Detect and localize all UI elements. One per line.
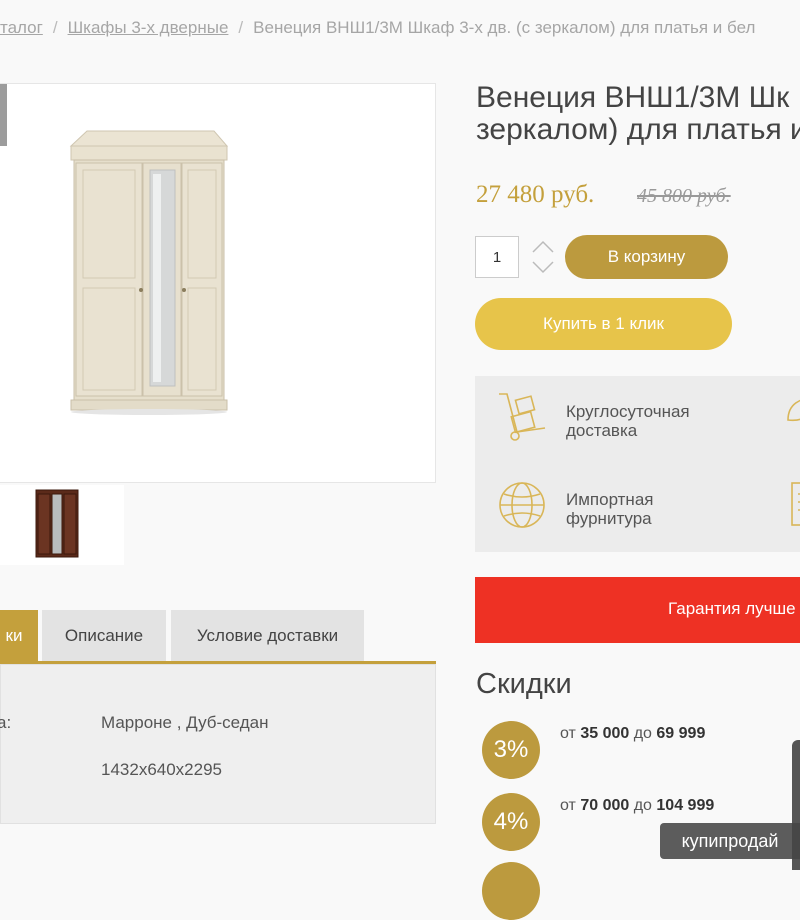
- quantity-input[interactable]: [475, 236, 519, 278]
- buy-one-click-button[interactable]: Купить в 1 клик: [475, 298, 732, 350]
- discounts-title: Скидки: [476, 668, 572, 700]
- discount-from-value: 70 000: [580, 797, 630, 814]
- discount-percent-badge: 3%: [482, 721, 540, 779]
- product-price: 27 480 руб.: [476, 181, 595, 208]
- discount-percent-badge-partial: [482, 862, 540, 920]
- buy-one-click-label: Купить в 1 клик: [543, 314, 664, 333]
- product-thumbnail[interactable]: [0, 485, 124, 565]
- product-title: Венеция ВНШ1/3М Шк зеркалом) для платья и: [476, 82, 800, 146]
- property-dimensions-value: 1432x640x2295: [101, 760, 223, 779]
- discount-to-value: 104 999: [656, 797, 715, 814]
- feature-delivery: Круглосуточная доставка: [566, 402, 690, 440]
- wardrobe-image: [69, 130, 229, 415]
- product-title-line1: Венеция ВНШ1/3М Шк: [476, 81, 790, 114]
- property-label: а:: [0, 713, 12, 732]
- feature-delivery-line2: доставка: [566, 421, 638, 440]
- breadcrumb: талог / Шкафы 3-х дверные / Венеция ВНШ1/3М …: [0, 18, 755, 38]
- document-icon: [791, 482, 800, 526]
- quantity-increase-icon[interactable]: [531, 238, 555, 256]
- breadcrumb-separator: /: [52, 18, 58, 37]
- breadcrumb-link-category[interactable]: Шкафы 3-х дверные: [68, 18, 229, 37]
- feature-hardware: Импортная фурнитура: [566, 490, 653, 528]
- wardrobe-thumbnail-image: [35, 489, 79, 558]
- discount-to-value: 69 999: [656, 725, 706, 742]
- tab-label: Описание: [64, 626, 144, 645]
- breadcrumb-current: Венеция ВНШ1/3М Шкаф 3-х дв. (с зеркалом…: [253, 18, 756, 37]
- tab-panel: а: Марроне , Дуб-седан 1432x640x2295: [0, 664, 436, 824]
- discount-range: от 70 000 до 104 999: [560, 797, 714, 815]
- property-color-value: Марроне , Дуб-седан: [101, 713, 269, 732]
- breadcrumb-link-catalog[interactable]: талог: [0, 18, 43, 37]
- discount-percent-badge: 4%: [482, 793, 540, 851]
- feature-hardware-line2: фурнитура: [566, 509, 652, 528]
- tab-characteristics[interactable]: ки: [0, 610, 38, 662]
- feature-delivery-line1: Круглосуточная: [566, 402, 690, 421]
- discount-from-word: от: [560, 797, 576, 814]
- globe-icon: [499, 482, 545, 528]
- product-main-image[interactable]: [0, 83, 436, 483]
- product-title-line2: зеркалом) для платья и: [476, 113, 800, 146]
- discount-from-word: от: [560, 725, 576, 742]
- product-old-price: 45 800 руб.: [637, 185, 731, 207]
- feature-hardware-line1: Импортная: [566, 490, 654, 509]
- tab-description[interactable]: Описание: [42, 610, 166, 662]
- add-to-cart-button[interactable]: В корзину: [565, 235, 728, 279]
- guarantee-banner[interactable]: Гарантия лучше: [475, 577, 800, 643]
- tab-label: ки: [5, 626, 23, 645]
- guarantee-text: Гарантия лучше: [668, 599, 796, 618]
- tab-label: Условие доставки: [196, 626, 339, 645]
- features-panel: Круглосуточная доставка Импортная фурнит…: [475, 376, 800, 552]
- tab-delivery-terms[interactable]: Условие доставки: [171, 610, 364, 662]
- leaf-icon: [787, 399, 800, 422]
- delivery-cart-icon: [499, 393, 546, 441]
- discount-to-word: до: [633, 725, 652, 742]
- discount-range: от 35 000 до 69 999: [560, 725, 705, 743]
- watermark-logo: купипродай: [660, 823, 800, 859]
- discount-to-word: до: [633, 797, 652, 814]
- discount-from-value: 35 000: [580, 725, 630, 742]
- breadcrumb-separator: /: [238, 18, 244, 37]
- add-to-cart-label: В корзину: [607, 247, 686, 266]
- quantity-decrease-icon[interactable]: [531, 258, 555, 276]
